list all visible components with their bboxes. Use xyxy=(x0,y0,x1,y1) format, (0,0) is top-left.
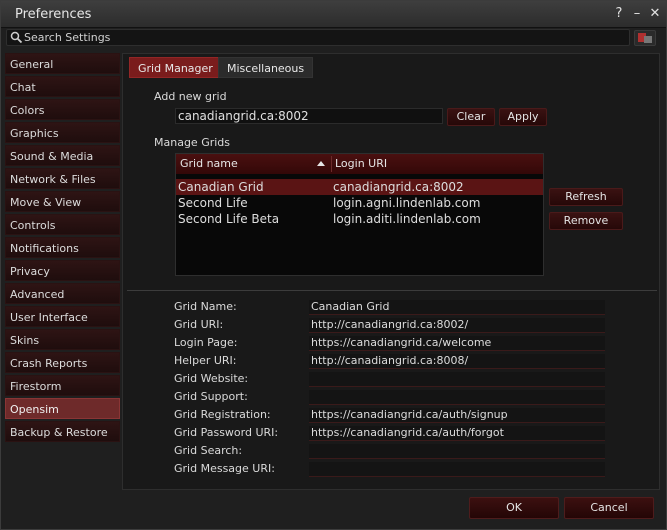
sidebar-item-notifications[interactable]: Notifications xyxy=(5,237,120,258)
sidebar-item-crash-reports[interactable]: Crash Reports xyxy=(5,352,120,373)
sidebar-item-firestorm[interactable]: Firestorm xyxy=(5,375,120,396)
sort-ascending-icon xyxy=(317,161,325,166)
detail-label: Grid Password URI: xyxy=(174,426,279,439)
sidebar-item-user-interface[interactable]: User Interface xyxy=(5,306,120,327)
options-icon xyxy=(638,33,652,43)
section-divider xyxy=(127,290,657,291)
search-input[interactable] xyxy=(24,30,624,45)
sidebar-item-general[interactable]: General xyxy=(5,53,120,74)
detail-label: Grid Website: xyxy=(174,372,249,385)
ok-button[interactable]: OK xyxy=(469,497,559,519)
detail-label: Login Page: xyxy=(174,336,238,349)
column-login-uri[interactable]: Login URI xyxy=(331,154,387,174)
apply-button[interactable]: Apply xyxy=(499,108,547,126)
detail-label: Helper URI: xyxy=(174,354,237,367)
sidebar-item-advanced[interactable]: Advanced xyxy=(5,283,120,304)
sidebar-item-controls[interactable]: Controls xyxy=(5,214,120,235)
detail-label: Grid Message URI: xyxy=(174,462,275,475)
detail-value-field[interactable] xyxy=(309,390,605,405)
sidebar-item-sound-media[interactable]: Sound & Media xyxy=(5,145,120,166)
remove-button[interactable]: Remove xyxy=(549,212,623,230)
sidebar-item-opensim[interactable]: Opensim xyxy=(5,398,120,419)
cancel-button[interactable]: Cancel xyxy=(564,497,654,519)
add-grid-label: Add new grid xyxy=(154,90,227,103)
refresh-button[interactable]: Refresh xyxy=(549,188,623,206)
detail-value-field[interactable]: https://canadiangrid.ca/welcome xyxy=(309,336,605,351)
minimize-icon[interactable]: – xyxy=(629,5,645,23)
clear-button[interactable]: Clear xyxy=(447,108,495,126)
help-icon[interactable]: ? xyxy=(611,5,627,23)
detail-label: Grid Registration: xyxy=(174,408,271,421)
tab-miscellaneous[interactable]: Miscellaneous xyxy=(218,57,314,78)
grid-list-header: Grid name Login URI xyxy=(176,154,543,174)
sidebar-item-chat[interactable]: Chat xyxy=(5,76,120,97)
category-sidebar: General Chat Colors Graphics Sound & Media Ne… xyxy=(5,53,120,444)
grid-uri-input[interactable]: canadiangrid.ca:8002 xyxy=(175,108,443,124)
detail-label: Grid Support: xyxy=(174,390,248,403)
detail-value-field[interactable]: https://canadiangrid.ca/auth/forgot xyxy=(309,426,605,441)
sidebar-item-graphics[interactable]: Graphics xyxy=(5,122,120,143)
detail-value-field[interactable]: http://canadiangrid.ca:8008/ xyxy=(309,354,605,369)
detail-value-field[interactable] xyxy=(309,444,605,459)
table-row[interactable]: Canadian Grid canadiangrid.ca:8002 xyxy=(176,179,543,195)
search-icon xyxy=(10,31,23,44)
detail-value-field[interactable] xyxy=(309,462,605,477)
detail-value-field[interactable]: http://canadiangrid.ca:8002/ xyxy=(309,318,605,333)
sidebar-item-privacy[interactable]: Privacy xyxy=(5,260,120,281)
search-options-button[interactable] xyxy=(634,30,656,46)
sidebar-item-skins[interactable]: Skins xyxy=(5,329,120,350)
detail-label: Grid Search: xyxy=(174,444,243,457)
window-title: Preferences xyxy=(15,7,92,22)
column-grid-name[interactable]: Grid name xyxy=(176,154,238,174)
sidebar-item-network-files[interactable]: Network & Files xyxy=(5,168,120,189)
sidebar-item-backup-restore[interactable]: Backup & Restore xyxy=(5,421,120,442)
search-bar xyxy=(6,29,630,46)
detail-value-field[interactable] xyxy=(309,372,605,387)
manage-grids-label: Manage Grids xyxy=(154,136,231,149)
grid-list[interactable]: Grid name Login URI Canadian Grid canadi… xyxy=(175,153,544,276)
sidebar-item-move-view[interactable]: Move & View xyxy=(5,191,120,212)
table-row[interactable]: Second Life login.agni.lindenlab.com xyxy=(176,195,543,211)
detail-value-field[interactable]: https://canadiangrid.ca/auth/signup xyxy=(309,408,605,423)
detail-value-field[interactable]: Canadian Grid xyxy=(309,300,605,315)
detail-label: Grid Name: xyxy=(174,300,237,313)
detail-label: Grid URI: xyxy=(174,318,224,331)
close-icon[interactable]: ✕ xyxy=(647,5,663,23)
table-row[interactable]: Second Life Beta login.aditi.lindenlab.c… xyxy=(176,211,543,227)
sidebar-item-colors[interactable]: Colors xyxy=(5,99,120,120)
preferences-window: Preferences ? – ✕ GeneralChatColorsGraph… xyxy=(0,0,667,530)
title-bar[interactable]: Preferences ? – ✕ xyxy=(1,1,666,28)
tab-grid-manager[interactable]: Grid Manager xyxy=(129,57,222,78)
